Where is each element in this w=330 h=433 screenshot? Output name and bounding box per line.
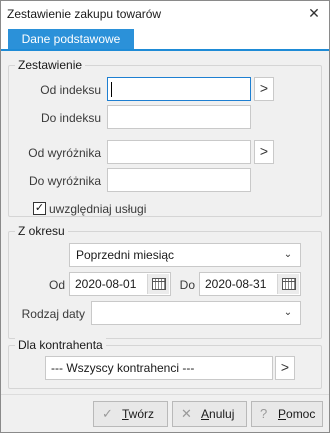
group-dla-kontrahenta-legend: Dla kontrahenta	[15, 338, 106, 352]
title-bar: Zestawienie zakupu towarów ✕	[1, 1, 329, 27]
chevron-right-icon: >	[259, 143, 269, 159]
od-indeksu-input[interactable]	[107, 77, 251, 101]
od-date-label: Od	[48, 278, 65, 292]
do-wyroznika-label: Do wyróżnika	[28, 174, 101, 188]
help-button-label: Pomoc	[278, 407, 316, 421]
dialog-window: Zestawienie zakupu towarów ✕ Dane podsta…	[0, 0, 330, 433]
od-indeksu-label: Od indeksu	[40, 83, 101, 97]
tab-strip: Dane podstawowe	[1, 27, 329, 51]
kontrahent-browse-button[interactable]: >	[275, 356, 295, 380]
do-date-value: 2020-08-31	[205, 277, 267, 291]
do-date-input[interactable]: 2020-08-31	[199, 272, 301, 296]
od-wyroznika-input[interactable]	[107, 140, 251, 164]
window-title: Zestawienie zakupu towarów	[7, 7, 162, 21]
period-select-value: Poprzedni miesiąc	[76, 248, 175, 262]
do-date-calendar-button[interactable]	[277, 274, 299, 294]
od-wyroznika-label: Od wyróżnika	[28, 146, 101, 160]
chevron-down-icon: ⌄	[283, 307, 293, 318]
group-z-okresu-legend: Z okresu	[15, 224, 68, 238]
od-date-calendar-button[interactable]	[147, 274, 169, 294]
do-indeksu-label: Do indeksu	[40, 111, 101, 125]
od-indeksu-browse-button[interactable]: >	[254, 77, 274, 101]
group-dla-kontrahenta: Dla kontrahenta --- Wszyscy kontrahenci …	[8, 338, 322, 389]
check-icon: ✓	[102, 406, 113, 421]
chevron-right-icon: >	[280, 359, 290, 375]
group-zestawienie: Zestawienie Od indeksu > Do indeksu Od w…	[8, 58, 322, 217]
do-wyroznika-input[interactable]	[107, 168, 251, 192]
group-z-okresu: Z okresu Poprzedni miesiąc ⌄ Od 2020-08-…	[8, 224, 322, 339]
chevron-down-icon: ⌄	[283, 249, 293, 260]
help-icon: ?	[260, 406, 268, 421]
do-date-label: Do	[179, 278, 195, 292]
chevron-right-icon: >	[259, 80, 269, 96]
create-button-label: Twórz	[122, 407, 155, 421]
dialog-body: Zestawienie Od indeksu > Do indeksu Od w…	[1, 51, 329, 394]
close-icon: ✕	[181, 406, 192, 421]
close-icon[interactable]: ✕	[299, 1, 329, 27]
do-indeksu-input[interactable]	[107, 105, 251, 129]
od-date-input[interactable]: 2020-08-01	[69, 272, 171, 296]
period-select[interactable]: Poprzedni miesiąc ⌄	[69, 243, 301, 267]
rodzaj-daty-select[interactable]: ⌄	[91, 301, 301, 325]
od-date-value: 2020-08-01	[75, 277, 137, 291]
calendar-icon	[282, 278, 296, 290]
help-button[interactable]: ? Pomoc	[251, 401, 323, 427]
kontrahent-input[interactable]: --- Wszyscy kontrahenci ---	[45, 356, 273, 380]
create-button[interactable]: ✓ Twórz	[93, 401, 168, 427]
text-caret	[111, 82, 112, 97]
od-wyroznika-browse-button[interactable]: >	[254, 140, 274, 164]
uwzgledniaj-uslugi-checkbox[interactable]: ✓	[33, 202, 46, 215]
group-zestawienie-legend: Zestawienie	[15, 58, 86, 72]
cancel-button-label: Anuluj	[201, 407, 235, 421]
calendar-icon	[152, 278, 166, 290]
checkmark-icon: ✓	[34, 202, 45, 214]
footer-divider	[1, 394, 329, 395]
cancel-button[interactable]: ✕ Anuluj	[172, 401, 247, 427]
rodzaj-daty-label: Rodzaj daty	[21, 307, 85, 321]
uwzgledniaj-uslugi-label[interactable]: uwzględniaj usługi	[49, 202, 146, 216]
tab-dane-podstawowe[interactable]: Dane podstawowe	[8, 29, 134, 49]
